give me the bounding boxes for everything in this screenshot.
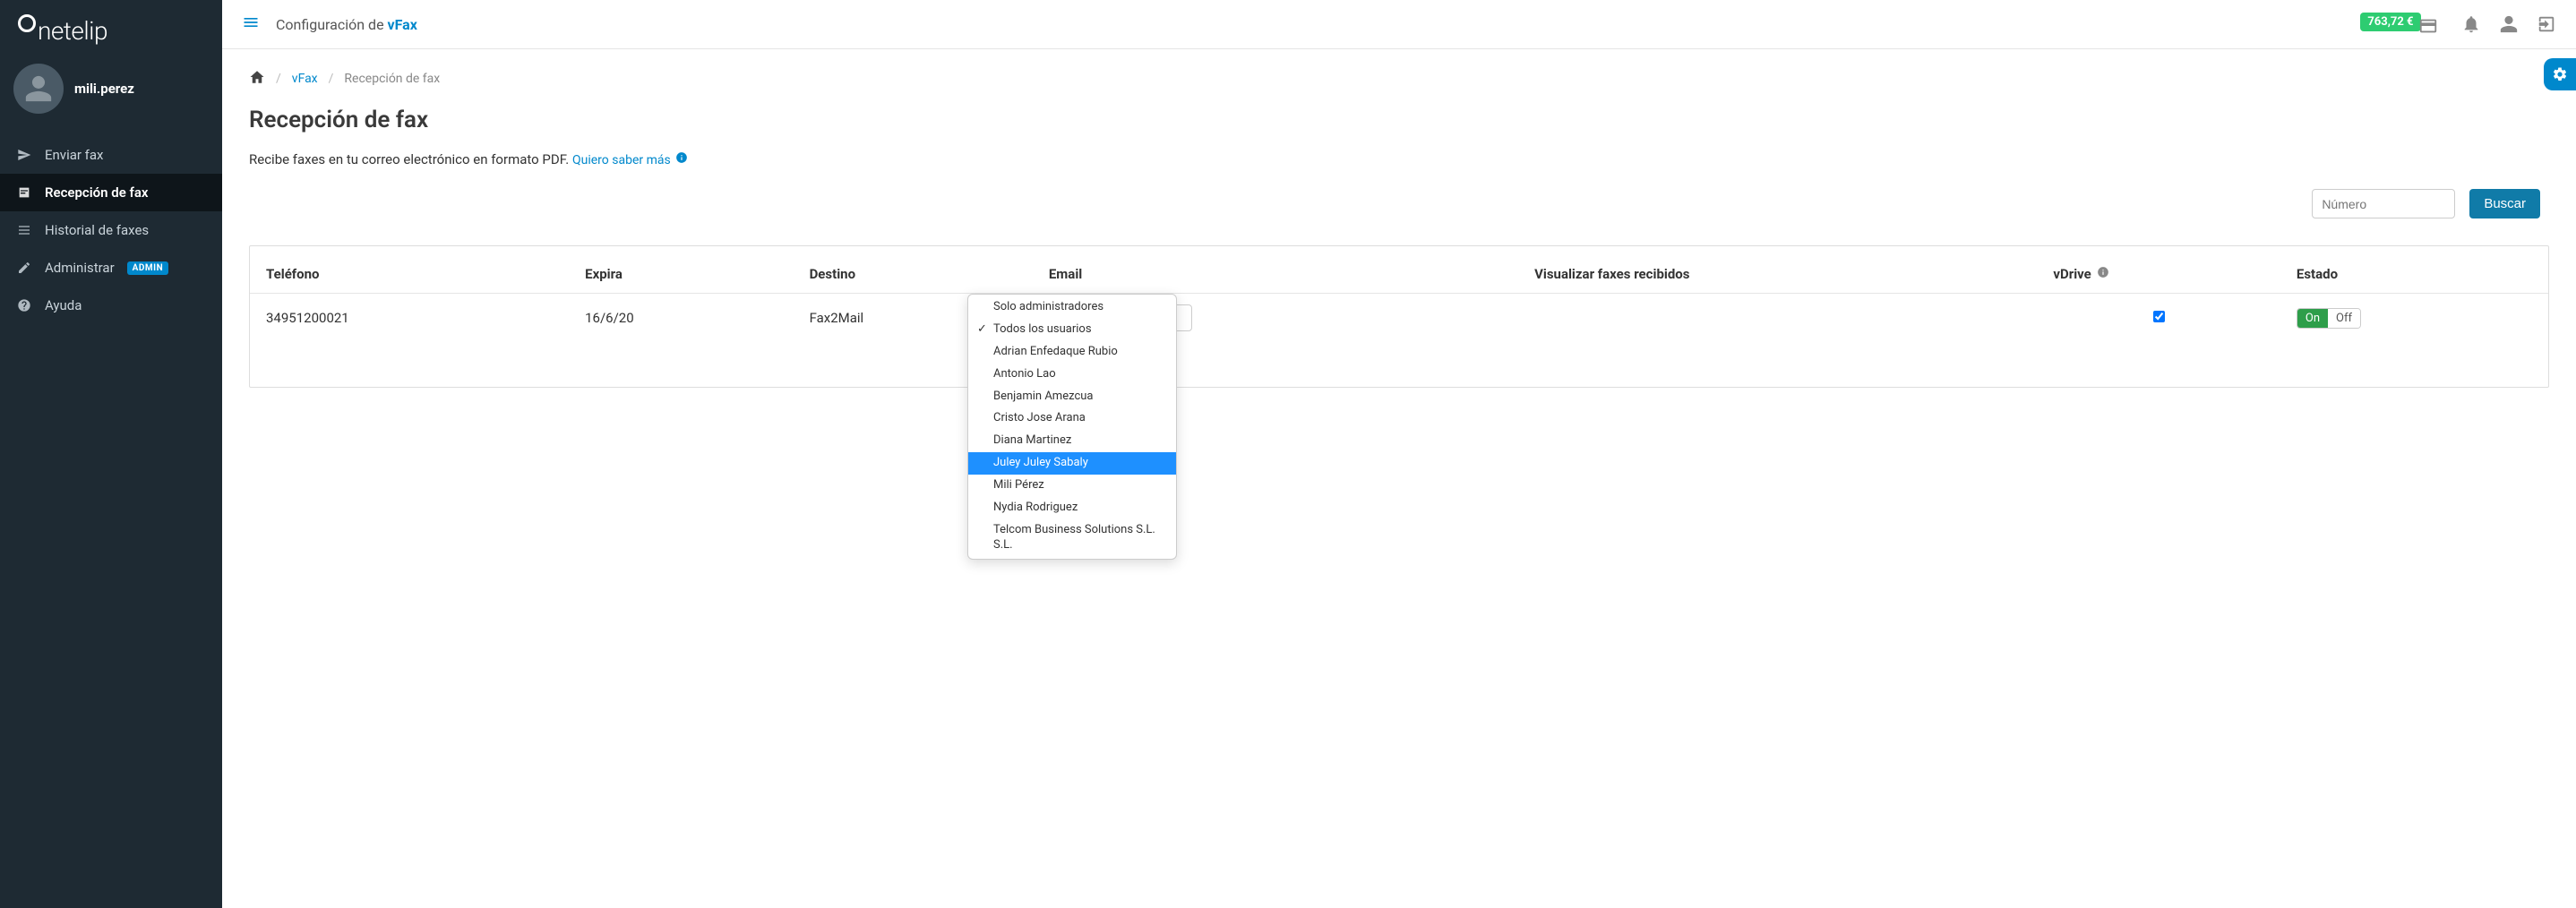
balance[interactable]: 763,72 €: [2360, 13, 2443, 36]
logout-icon[interactable]: [2537, 14, 2556, 34]
inbox-icon: [16, 185, 32, 200]
list-icon: [16, 223, 32, 237]
sidebar-item-label: Historial de faxes: [45, 222, 149, 238]
vdrive-checkbox[interactable]: [2153, 311, 2165, 322]
dropdown-item[interactable]: Nydia Rodriguez: [968, 497, 1176, 519]
home-icon[interactable]: [249, 69, 265, 89]
breadcrumb-vfax[interactable]: vFax: [292, 72, 318, 86]
sidebar-item-historial[interactable]: Historial de faxes: [0, 211, 222, 249]
content: / vFax / Recepción de fax Recepción de f…: [222, 49, 2576, 407]
visualizar-dropdown[interactable]: Solo administradoresTodos los usuariosAd…: [967, 294, 1177, 560]
toggle-on: On: [2297, 309, 2328, 328]
th-vdrive: vDrive: [2037, 255, 2280, 294]
dropdown-item[interactable]: Telcom Business Solutions S.L. S.L.: [968, 519, 1176, 559]
sidebar-item-label: Ayuda: [45, 297, 82, 313]
sidebar-item-label: Enviar fax: [45, 147, 104, 163]
th-estado: Estado: [2280, 255, 2548, 294]
main: Configuración de vFax 763,72 €: [222, 0, 2576, 908]
menu-toggle-icon[interactable]: [242, 13, 260, 36]
cell-visualizar: [1518, 294, 2037, 343]
paper-plane-icon: [16, 148, 32, 162]
credit-card-icon: [2418, 25, 2438, 39]
dropdown-item[interactable]: Cristo Jose Arana: [968, 407, 1176, 430]
dropdown-item[interactable]: Benjamin Amezcua: [968, 386, 1176, 408]
user-name: mili.perez: [74, 81, 134, 97]
fax-table: Teléfono Expira Destino Email Visualizar…: [250, 255, 2548, 342]
cell-telefono: 34951200021: [250, 294, 569, 343]
sidebar-item-label: Recepción de fax: [45, 184, 148, 201]
toggle-off: Off: [2328, 309, 2360, 328]
th-expira: Expira: [569, 255, 793, 294]
dropdown-item[interactable]: Todos los usuarios: [968, 319, 1176, 341]
edit-icon: [16, 261, 32, 275]
dropdown-item[interactable]: Adrian Enfedaque Rubio: [968, 341, 1176, 364]
fax-table-card: Teléfono Expira Destino Email Visualizar…: [249, 245, 2549, 388]
user-icon[interactable]: [2499, 14, 2519, 34]
sidebar-nav: Enviar fax Recepción de fax Historial de…: [0, 136, 222, 324]
sidebar-item-enviar-fax[interactable]: Enviar fax: [0, 136, 222, 174]
search-button[interactable]: Buscar: [2469, 189, 2540, 218]
th-visualizar: Visualizar faxes recibidos: [1518, 255, 2037, 294]
dropdown-item[interactable]: Solo administradores: [968, 295, 1176, 319]
cell-estado: On Off: [2280, 294, 2548, 343]
breadcrumb-current: Recepción de fax: [344, 72, 440, 86]
topbar: Configuración de vFax 763,72 €: [222, 0, 2576, 49]
sidebar-item-ayuda[interactable]: Ayuda: [0, 287, 222, 324]
dropdown-item[interactable]: Antonio Lao: [968, 364, 1176, 386]
estado-toggle[interactable]: On Off: [2297, 308, 2361, 329]
info-icon: [675, 153, 688, 167]
balance-badge: 763,72 €: [2360, 13, 2420, 31]
user-box[interactable]: mili.perez: [0, 55, 222, 136]
avatar: [13, 64, 64, 114]
breadcrumb: / vFax / Recepción de fax: [249, 69, 2549, 89]
page-description: Recibe faxes en tu correo electrónico en…: [249, 151, 2549, 167]
th-destino: Destino: [794, 255, 1033, 294]
settings-tab-button[interactable]: [2544, 58, 2576, 90]
sidebar-item-recepcion-fax[interactable]: Recepción de fax: [0, 174, 222, 211]
cell-expira: 16/6/20: [569, 294, 793, 343]
dropdown-item[interactable]: Juley Juley Sabaly: [968, 452, 1176, 475]
breadcrumb-sep: /: [329, 72, 334, 86]
help-icon: [16, 298, 32, 313]
cell-vdrive: [2037, 294, 2280, 343]
sidebar-item-label: Administrar: [45, 260, 115, 276]
admin-badge: ADMIN: [127, 261, 168, 275]
breadcrumb-sep: /: [276, 72, 281, 86]
dropdown-item[interactable]: Diana Martinez: [968, 430, 1176, 452]
dropdown-item[interactable]: Mili Pérez: [968, 475, 1176, 497]
sidebar: netelip mili.perez Enviar fax Recepción …: [0, 0, 222, 908]
learn-more-link[interactable]: Quiero saber más: [572, 153, 688, 167]
description-text: Recibe faxes en tu correo electrónico en…: [249, 151, 569, 167]
info-icon[interactable]: [2097, 266, 2109, 282]
bell-icon[interactable]: [2461, 14, 2481, 34]
header-title: Configuración de vFax: [276, 16, 417, 33]
header-prefix: Configuración de: [276, 16, 388, 33]
logo-text: netelip: [18, 16, 107, 46]
table-row: 34951200021 16/6/20 Fax2Mail: [250, 294, 2548, 343]
th-telefono: Teléfono: [250, 255, 569, 294]
th-email: Email: [1033, 255, 1518, 294]
page-title: Recepción de fax: [249, 107, 2549, 133]
search-row: Buscar: [249, 189, 2549, 218]
header-product: vFax: [388, 16, 417, 33]
sidebar-item-administrar[interactable]: Administrar ADMIN: [0, 249, 222, 287]
logo[interactable]: netelip: [0, 0, 222, 55]
search-input[interactable]: [2312, 189, 2455, 218]
